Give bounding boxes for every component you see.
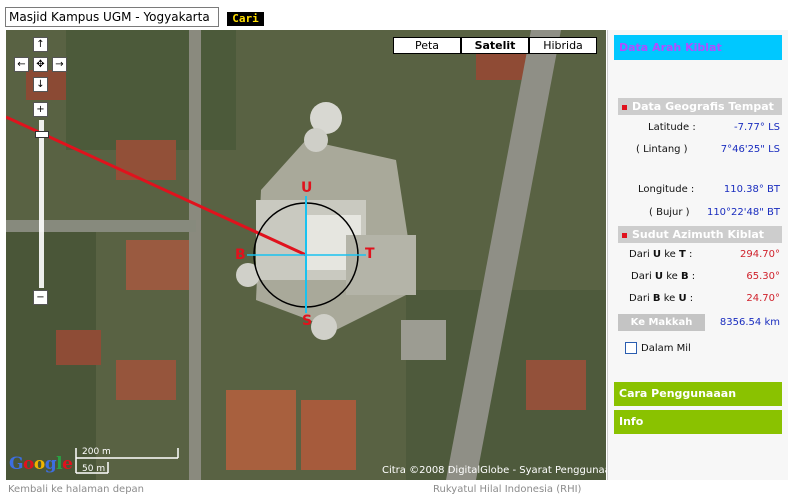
- lintang-label: ( Lintang ): [636, 144, 688, 155]
- map-type-satelit[interactable]: Satelit: [461, 37, 529, 54]
- bullet-icon: [622, 104, 627, 110]
- zoom-out-button[interactable]: −: [33, 290, 48, 305]
- pan-right-button[interactable]: →: [52, 57, 67, 72]
- bullet-icon: [622, 232, 627, 238]
- pan-up-button[interactable]: ↑: [33, 37, 48, 52]
- azimuth-u-to-t-label: Dari U ke T :: [629, 249, 693, 260]
- zoom-in-button[interactable]: +: [33, 102, 48, 117]
- geo-section-header: Data Geografis Tempat: [618, 98, 782, 115]
- compass-south-label: S: [302, 313, 313, 329]
- usage-guide-button[interactable]: Cara Penggunaaan: [614, 382, 782, 406]
- lintang-value: 7°46'25" LS: [720, 144, 780, 155]
- azimuth-u-to-b-value: 65.30°: [746, 271, 780, 282]
- pan-down-button[interactable]: ↓: [33, 77, 48, 92]
- zoom-track[interactable]: [34, 120, 50, 290]
- makkah-distance-value: 8356.54 km: [719, 317, 780, 328]
- pan-center-button[interactable]: ✥: [33, 57, 48, 72]
- compass-north-label: U: [301, 180, 313, 196]
- bujur-label: ( Bujur ): [649, 207, 690, 218]
- azimuth-u-to-t-value: 294.70°: [740, 249, 780, 260]
- bujur-value: 110°22'48" BT: [706, 207, 780, 218]
- miles-checkbox[interactable]: [625, 342, 637, 354]
- azimuth-section-header: Sudut Azimuth Kiblat: [618, 226, 782, 243]
- azimuth-u-to-b-label: Dari U ke B :: [631, 271, 696, 282]
- azimuth-b-to-u-label: Dari B ke U :: [629, 293, 694, 304]
- scale-top-label: 200 m: [82, 447, 111, 457]
- panel-title: Data Arah Kiblat: [614, 35, 782, 60]
- info-button[interactable]: Info: [614, 410, 782, 434]
- satellite-imagery: [6, 30, 606, 480]
- rhi-footer-link[interactable]: Rukyatul Hilal Indonesia (RHI): [433, 484, 581, 495]
- google-logo[interactable]: Google: [9, 454, 73, 474]
- zoom-slider-handle[interactable]: [35, 131, 49, 138]
- back-to-home-link[interactable]: Kembali ke halaman depan: [8, 484, 144, 495]
- compass-east-label: T: [365, 246, 375, 262]
- qibla-data-panel: Data Arah Kiblat Data Geografis Tempat L…: [607, 30, 788, 480]
- scale-bottom-label: 50 m: [82, 464, 106, 474]
- search-input[interactable]: [5, 7, 219, 27]
- azimuth-b-to-u-value: 24.70°: [746, 293, 780, 304]
- map-copyright[interactable]: Citra ©2008 DigitalGlobe - Syarat Penggu…: [382, 465, 606, 476]
- longitude-value: 110.38° BT: [723, 184, 780, 195]
- longitude-label: Longitude :: [638, 184, 695, 195]
- satellite-map[interactable]: Peta Satelit Hibrida ↑ ← ✥ → ↓ + − U S T…: [6, 30, 606, 480]
- search-button[interactable]: Cari: [227, 12, 264, 26]
- miles-checkbox-label[interactable]: Dalam Mil: [641, 343, 691, 354]
- pan-left-button[interactable]: ←: [14, 57, 29, 72]
- makkah-distance-label: Ke Makkah: [618, 314, 705, 331]
- latitude-value: -7.77° LS: [734, 122, 780, 133]
- compass-west-label: B: [235, 247, 246, 263]
- map-type-peta[interactable]: Peta: [393, 37, 461, 54]
- map-type-hibrida[interactable]: Hibrida: [529, 37, 597, 54]
- latitude-label: Latitude :: [648, 122, 696, 133]
